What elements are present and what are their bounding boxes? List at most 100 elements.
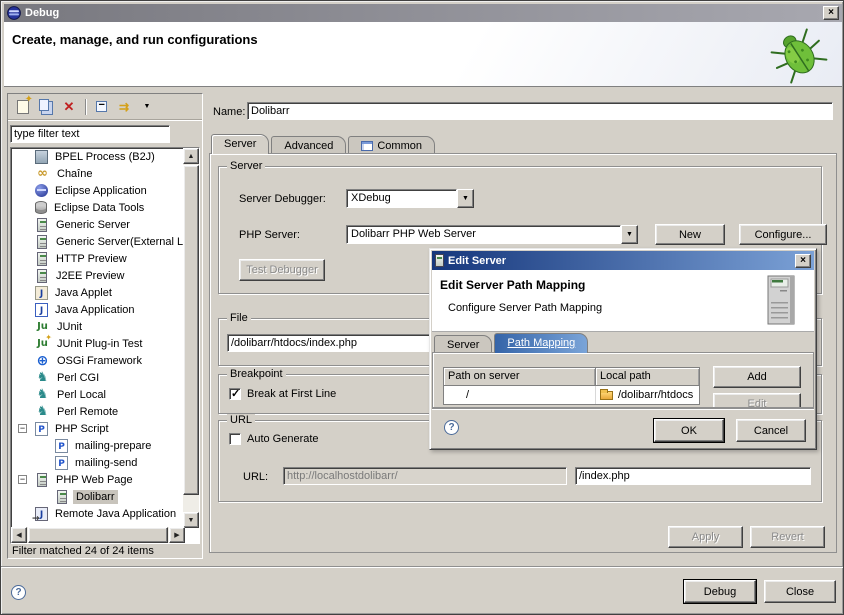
debug-configurations-window: Debug × Create, manage, and run configur… [0, 0, 844, 615]
filter-input[interactable] [10, 125, 170, 143]
auto-generate-checkbox[interactable] [229, 433, 241, 445]
tab-server[interactable]: Server [211, 134, 269, 154]
chevron-down-icon[interactable]: ▼ [621, 225, 638, 244]
url-path-input[interactable] [575, 467, 811, 485]
server-debugger-select[interactable]: XDebug ▼ [346, 189, 474, 208]
breakpoint-group-legend: Breakpoint [227, 368, 286, 380]
server-icon [37, 235, 47, 249]
tree-item[interactable]: Perl Remote [11, 403, 199, 420]
table-row[interactable]: / /dolibarr/htdocs [444, 386, 699, 404]
scroll-left-icon[interactable]: ◀ [11, 527, 27, 543]
cancel-button[interactable]: Cancel [736, 419, 806, 442]
column-path-on-server[interactable]: Path on server [444, 368, 596, 386]
scroll-right-icon[interactable]: ▶ [169, 527, 185, 543]
eclipse-application-icon [35, 184, 48, 197]
tree-horizontal-scrollbar[interactable]: ◀ ▶ [11, 527, 185, 543]
auto-generate-label: Auto Generate [247, 433, 319, 445]
collapse-expander-icon[interactable] [18, 475, 27, 484]
chain-icon [35, 167, 50, 181]
page-title: Create, manage, and run configurations [4, 22, 842, 47]
tab-advanced[interactable]: Advanced [271, 136, 346, 154]
tree-item[interactable]: HTTP Preview [11, 250, 199, 267]
name-input[interactable] [247, 102, 833, 120]
remote-java-icon [35, 507, 48, 521]
new-configuration-icon[interactable] [12, 97, 34, 117]
toolbar-separator [85, 99, 86, 115]
php-script-icon [55, 439, 68, 453]
tree-item-selected[interactable]: Dolibarr [11, 488, 199, 505]
window-close-icon[interactable]: × [823, 6, 839, 20]
duplicate-configuration-icon[interactable] [35, 97, 57, 117]
tree-item[interactable]: Remote Java Application [11, 505, 199, 522]
dialog-titlebar[interactable]: Edit Server × [432, 251, 814, 270]
tree-item[interactable]: Chaîne [11, 165, 199, 182]
window-help-icon[interactable]: ? [11, 585, 26, 600]
tree-item[interactable]: Perl Local [11, 386, 199, 403]
php-server-select[interactable]: Dolibarr PHP Web Server ▼ [346, 225, 638, 244]
close-button[interactable]: Close [764, 580, 836, 603]
database-icon [35, 201, 47, 214]
window-title: Debug [25, 7, 59, 19]
server-icon [37, 218, 47, 232]
tree-item[interactable]: Generic Server [11, 216, 199, 233]
configurations-sidebar: ✕ ⇉ ▼ BPEL Process (B2J) Chaîne Eclipse … [7, 93, 203, 559]
tab-common[interactable]: Common [348, 136, 435, 154]
editor-tabs: Server Advanced Common [211, 133, 437, 154]
tree-item[interactable]: Eclipse Data Tools [11, 199, 199, 216]
column-local-path[interactable]: Local path [596, 368, 699, 386]
tree-item[interactable]: PHP Web Page [11, 471, 199, 488]
tree-item[interactable]: OSGi Framework [11, 352, 199, 369]
collapse-all-icon[interactable] [90, 97, 112, 117]
filter-configurations-icon[interactable]: ⇉ [113, 97, 135, 117]
apply-button: Apply [668, 526, 743, 548]
server-debugger-label: Server Debugger: [239, 193, 326, 205]
tree-item[interactable]: Java Applet [11, 284, 199, 301]
path-mapping-table[interactable]: Path on server Local path / /dolibarr/ht… [443, 367, 700, 405]
footer-separator [1, 566, 844, 568]
tree-item[interactable]: Java Application [11, 301, 199, 318]
tree-item[interactable]: JUnit Plug-in Test [11, 335, 199, 352]
tree-item[interactable]: Perl CGI [11, 369, 199, 386]
debug-button[interactable]: Debug [684, 580, 756, 603]
perl-icon [35, 405, 50, 419]
delete-configuration-icon[interactable]: ✕ [58, 97, 80, 117]
tree-item[interactable]: mailing-prepare [11, 437, 199, 454]
php-web-page-icon [57, 490, 67, 504]
collapse-expander-icon[interactable] [18, 424, 27, 433]
tree-item[interactable]: JUnit [11, 318, 199, 335]
scroll-up-icon[interactable]: ▲ [183, 148, 199, 164]
tree-item[interactable]: BPEL Process (B2J) [11, 148, 199, 165]
scrollbar-thumb[interactable] [28, 527, 168, 543]
break-first-line-checkbox[interactable] [229, 388, 241, 400]
dialog-tab-path-mapping[interactable]: Path Mapping [494, 333, 588, 353]
tree-item[interactable]: PHP Script [11, 420, 199, 437]
perl-icon [35, 388, 50, 402]
filter-status-text: Filter matched 24 of 24 items [12, 545, 154, 557]
scroll-down-icon[interactable]: ▼ [183, 512, 199, 528]
url-label: URL: [243, 471, 268, 483]
tree-item[interactable]: Eclipse Application [11, 182, 199, 199]
sidebar-toolbar: ✕ ⇉ ▼ [8, 94, 202, 120]
dialog-subheading: Configure Server Path Mapping [448, 302, 602, 314]
dialog-tabs: Server Path Mapping [434, 332, 590, 353]
dialog-tab-server[interactable]: Server [434, 335, 492, 353]
edit-mapping-button: Edit [713, 393, 801, 408]
ok-button[interactable]: OK [654, 419, 724, 442]
view-menu-icon[interactable]: ▼ [136, 97, 158, 117]
chevron-down-icon[interactable]: ▼ [457, 189, 474, 208]
path-mapping-panel: Path on server Local path / /dolibarr/ht… [432, 352, 814, 408]
new-server-button[interactable]: New [655, 224, 725, 245]
tree-vertical-scrollbar[interactable]: ▲ ▼ [183, 148, 199, 528]
scrollbar-thumb[interactable] [183, 165, 199, 495]
dialog-close-icon[interactable]: × [795, 254, 811, 268]
tree-item[interactable]: J2EE Preview [11, 267, 199, 284]
tree-item[interactable]: Generic Server(External La [11, 233, 199, 250]
add-mapping-button[interactable]: Add [713, 366, 801, 388]
configure-server-button[interactable]: Configure... [739, 224, 827, 245]
java-applet-icon [35, 286, 48, 300]
window-titlebar[interactable]: Debug × [4, 4, 842, 22]
php-server-label: PHP Server: [239, 229, 300, 241]
tree-item[interactable]: mailing-send [11, 454, 199, 471]
dialog-help-icon[interactable]: ? [444, 420, 459, 435]
bpel-process-icon [35, 150, 48, 164]
